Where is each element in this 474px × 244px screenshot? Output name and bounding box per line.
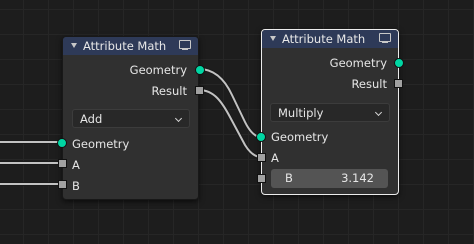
collapse-arrow-icon[interactable] bbox=[270, 36, 276, 41]
input-b-label: B bbox=[72, 179, 80, 193]
node-title: Attribute Math bbox=[282, 32, 366, 46]
input-b-value: 3.142 bbox=[341, 171, 374, 185]
operation-dropdown[interactable]: Add bbox=[72, 109, 190, 128]
node-header[interactable]: Attribute Math bbox=[63, 37, 198, 55]
input-b-value-field[interactable]: B 3.142 bbox=[271, 169, 388, 188]
right-output-result-socket[interactable] bbox=[394, 79, 403, 88]
operation-dropdown[interactable]: Multiply bbox=[270, 103, 390, 122]
left-input-b-socket[interactable] bbox=[58, 180, 67, 189]
output-geometry-label: Geometry bbox=[129, 63, 187, 77]
link-geometry-to-geometry[interactable] bbox=[198, 67, 262, 139]
right-input-b-socket[interactable] bbox=[257, 174, 266, 183]
input-geometry-label: Geometry bbox=[271, 130, 329, 144]
monitor-icon[interactable] bbox=[179, 40, 191, 50]
left-input-a-socket[interactable] bbox=[58, 159, 67, 168]
operation-value: Add bbox=[80, 112, 103, 126]
input-b-label: B bbox=[285, 171, 293, 185]
chevron-down-icon bbox=[374, 108, 383, 117]
input-a-label: A bbox=[72, 158, 80, 172]
attribute-math-node-left[interactable]: Attribute Math Geometry Result Add Geome… bbox=[62, 36, 199, 200]
link-result-to-a[interactable] bbox=[198, 88, 262, 159]
left-output-result-socket[interactable] bbox=[195, 86, 204, 95]
input-a-label: A bbox=[271, 151, 279, 165]
operation-value: Multiply bbox=[278, 106, 324, 120]
left-input-geometry-socket[interactable] bbox=[57, 138, 67, 148]
collapse-arrow-icon[interactable] bbox=[71, 43, 77, 48]
output-result-label: Result bbox=[151, 84, 187, 98]
output-geometry-label: Geometry bbox=[329, 56, 387, 70]
right-output-geometry-socket[interactable] bbox=[394, 58, 404, 68]
chevron-down-icon bbox=[174, 114, 183, 123]
input-geometry-label: Geometry bbox=[72, 137, 130, 151]
node-title: Attribute Math bbox=[83, 39, 167, 53]
output-result-label: Result bbox=[351, 77, 387, 91]
attribute-math-node-right[interactable]: Attribute Math Geometry Result Multiply … bbox=[261, 29, 399, 195]
right-input-a-socket[interactable] bbox=[257, 153, 266, 162]
monitor-icon[interactable] bbox=[379, 33, 391, 43]
left-output-geometry-socket[interactable] bbox=[195, 65, 205, 75]
node-header[interactable]: Attribute Math bbox=[262, 30, 398, 48]
right-input-geometry-socket[interactable] bbox=[256, 132, 266, 142]
